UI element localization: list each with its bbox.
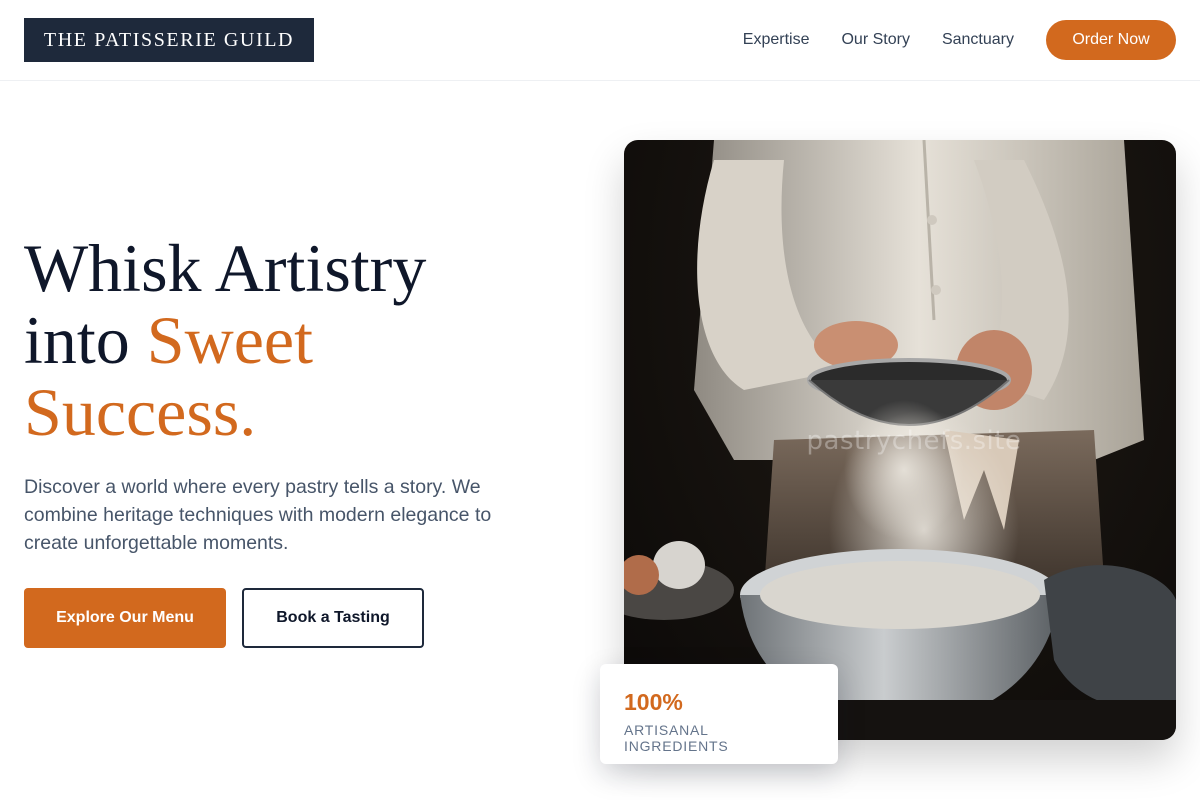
- brand-logo[interactable]: THE PATISSERIE GUILD: [24, 18, 314, 62]
- hero-image: pastrychefs.site: [624, 140, 1176, 740]
- stat-card: 100% ARTISANAL INGREDIENTS: [600, 664, 838, 764]
- image-watermark: pastrychefs.site: [806, 426, 1022, 456]
- headline-line-1: Whisk Artistry: [24, 230, 427, 306]
- book-tasting-button[interactable]: Book a Tasting: [242, 588, 424, 648]
- nav-link-sanctuary[interactable]: Sanctuary: [942, 31, 1014, 49]
- hero-headline: Whisk Artistry into Sweet Success.: [24, 232, 584, 448]
- headline-accent-success: Success.: [24, 374, 257, 450]
- headline-line-2-plain: into: [24, 302, 147, 378]
- nav-link-our-story[interactable]: Our Story: [841, 31, 909, 49]
- main-nav: Expertise Our Story Sanctuary Order Now: [743, 20, 1176, 60]
- stat-label: ARTISANAL INGREDIENTS: [624, 722, 729, 754]
- nav-link-expertise[interactable]: Expertise: [743, 31, 810, 49]
- site-header: THE PATISSERIE GUILD Expertise Our Story…: [0, 0, 1200, 81]
- stat-value: 100%: [624, 689, 683, 715]
- headline-accent-sweet: Sweet: [146, 302, 313, 378]
- order-now-button[interactable]: Order Now: [1046, 20, 1176, 60]
- explore-menu-button[interactable]: Explore Our Menu: [24, 588, 226, 648]
- hero-subcopy: Discover a world where every pastry tell…: [24, 476, 492, 554]
